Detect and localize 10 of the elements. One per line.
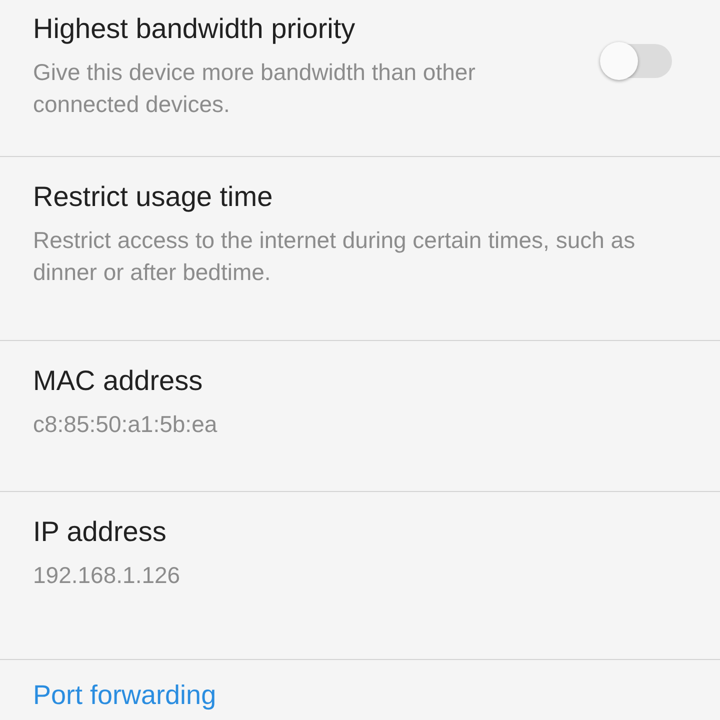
setting-description: Give this device more bandwidth than other connected devices. [33,58,476,119]
port-forwarding-link[interactable]: Port forwarding [33,678,216,712]
setting-description: 192.168.1.126 [33,561,180,590]
setting-description: Restrict access to the internet during certain times, such as dinner or after bedtime. [33,226,636,287]
toggle-switch[interactable] [602,44,672,78]
setting-title: IP address [33,515,168,549]
setting-description: c8:85:50:a1:5b:ea [33,410,218,439]
setting-title: Restrict usage time [33,180,274,214]
setting-title: Highest bandwidth priority [33,12,356,46]
setting-title: MAC address [33,364,204,398]
